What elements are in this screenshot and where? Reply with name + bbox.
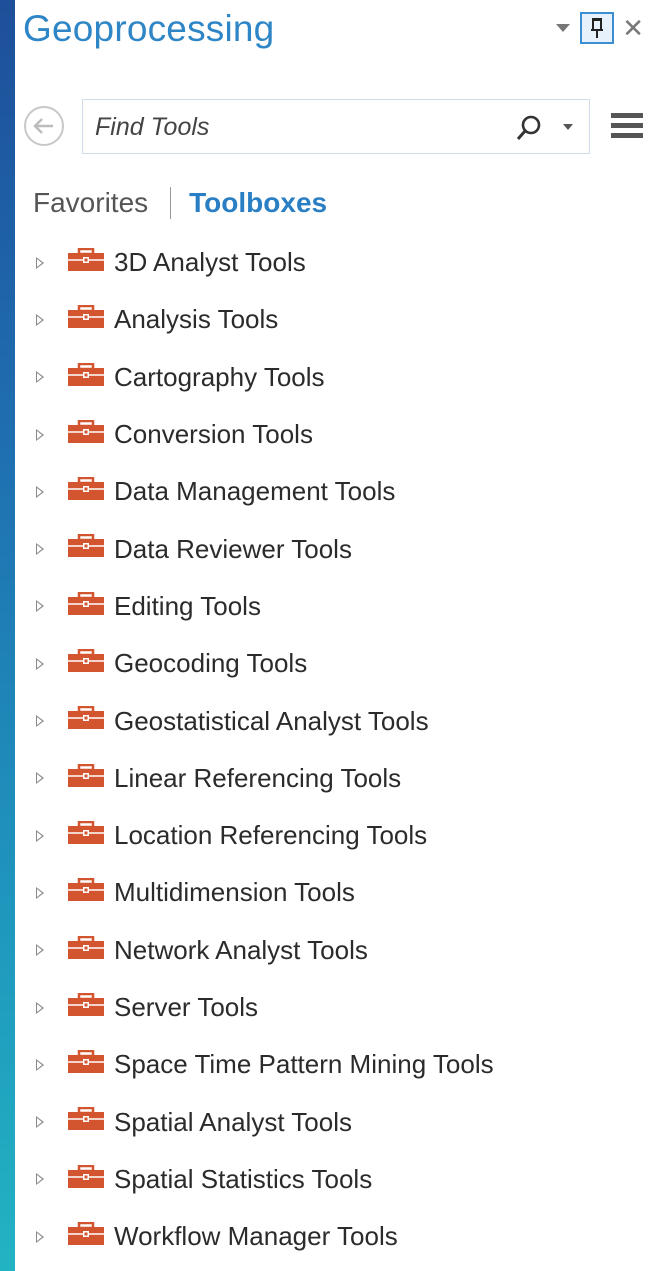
toolbox-item[interactable]: Linear Referencing Tools bbox=[15, 750, 656, 807]
expand-triangle-icon[interactable] bbox=[36, 1001, 44, 1014]
toolbox-item[interactable]: Cartography Tools bbox=[15, 349, 656, 406]
pane-options-dropdown-icon[interactable] bbox=[556, 24, 571, 32]
expand-triangle-icon[interactable] bbox=[36, 256, 44, 269]
toolbox-item[interactable]: Location Referencing Tools bbox=[15, 807, 656, 864]
toolbox-list: 3D Analyst Tools Analysis Tools Cartograph… bbox=[15, 234, 656, 1265]
tab-divider bbox=[170, 187, 172, 219]
toolbox-item[interactable]: Analysis Tools bbox=[15, 291, 656, 348]
toolbox-icon bbox=[67, 534, 105, 563]
expand-triangle-icon[interactable] bbox=[36, 428, 44, 441]
toolbox-icon bbox=[67, 648, 105, 678]
window-controls: ✕ bbox=[556, 12, 644, 44]
toolbox-label: Cartography Tools bbox=[114, 361, 325, 392]
expand-triangle-icon[interactable] bbox=[36, 1116, 44, 1129]
toolbox-item[interactable]: Data Management Tools bbox=[15, 463, 656, 520]
search-options-dropdown-icon[interactable] bbox=[563, 124, 573, 130]
toolbox-icon bbox=[67, 419, 105, 449]
toolbox-item[interactable]: Spatial Statistics Tools bbox=[15, 1151, 656, 1208]
expand-triangle-icon[interactable] bbox=[36, 543, 44, 556]
toolbox-item[interactable]: Editing Tools bbox=[15, 578, 656, 635]
toolbox-label: Data Management Tools bbox=[114, 476, 396, 507]
toolbox-item[interactable]: Geostatistical Analyst Tools bbox=[15, 692, 656, 749]
toolbox-label: Multidimension Tools bbox=[114, 877, 355, 908]
toolbox-label: Geostatistical Analyst Tools bbox=[114, 705, 429, 736]
expand-triangle-icon[interactable] bbox=[36, 485, 44, 498]
catalog-tabs: Favorites Toolboxes bbox=[33, 186, 327, 220]
expand-triangle-icon[interactable] bbox=[36, 657, 44, 670]
toolbox-label: Spatial Analyst Tools bbox=[114, 1106, 352, 1137]
toolbox-icon bbox=[67, 591, 105, 621]
tab-favorites[interactable]: Favorites bbox=[33, 187, 148, 219]
expand-triangle-icon[interactable] bbox=[36, 829, 44, 842]
toolbox-label: Location Referencing Tools bbox=[114, 820, 428, 851]
toolbox-icon bbox=[67, 1221, 105, 1251]
toolbox-icon bbox=[67, 878, 105, 907]
back-arrow-icon[interactable] bbox=[24, 106, 64, 146]
toolbox-label: Conversion Tools bbox=[114, 419, 313, 450]
geoprocessing-pane: Geoprocessing ✕ Favor bbox=[15, 0, 656, 1271]
toolbox-item[interactable]: Geocoding Tools bbox=[15, 635, 656, 692]
toolbox-icon bbox=[67, 1049, 105, 1079]
toolbox-item[interactable]: Server Tools bbox=[15, 979, 656, 1036]
toolbox-icon bbox=[67, 247, 105, 277]
expand-triangle-icon[interactable] bbox=[36, 1058, 44, 1071]
toolbox-label: Spatial Statistics Tools bbox=[114, 1163, 373, 1194]
expand-triangle-icon[interactable] bbox=[36, 944, 44, 957]
expand-triangle-icon[interactable] bbox=[36, 715, 44, 728]
toolbox-label: Network Analyst Tools bbox=[114, 934, 368, 965]
toolbox-icon bbox=[67, 820, 105, 850]
toolbox-label: Linear Referencing Tools bbox=[114, 762, 402, 793]
hamburger-menu-icon[interactable] bbox=[611, 113, 643, 143]
pane-title: Geoprocessing bbox=[23, 8, 275, 49]
toolbox-icon bbox=[67, 362, 105, 392]
toolbox-item[interactable]: Space Time Pattern Mining Tools bbox=[15, 1036, 656, 1093]
toolbox-item[interactable]: Multidimension Tools bbox=[15, 864, 656, 921]
toolbox-item[interactable]: Conversion Tools bbox=[15, 406, 656, 463]
close-icon[interactable]: ✕ bbox=[622, 15, 644, 41]
toolbox-label: Workflow Manager Tools bbox=[114, 1221, 398, 1252]
toolbox-label: Data Reviewer Tools bbox=[114, 533, 352, 564]
search-icon[interactable] bbox=[515, 114, 543, 147]
toolbox-label: 3D Analyst Tools bbox=[114, 247, 306, 278]
expand-triangle-icon[interactable] bbox=[36, 886, 44, 899]
toolbox-label: Space Time Pattern Mining Tools bbox=[114, 1049, 494, 1080]
expand-triangle-icon[interactable] bbox=[36, 313, 44, 326]
toolbox-icon bbox=[67, 992, 105, 1022]
expand-triangle-icon[interactable] bbox=[36, 1230, 44, 1243]
expand-triangle-icon[interactable] bbox=[36, 1173, 44, 1186]
pin-icon[interactable] bbox=[580, 12, 615, 44]
toolbox-label: Server Tools bbox=[114, 992, 259, 1022]
toolbox-icon bbox=[67, 935, 105, 965]
toolbox-label: Analysis Tools bbox=[114, 304, 279, 335]
expand-triangle-icon[interactable] bbox=[36, 371, 44, 384]
toolbox-item[interactable]: Data Reviewer Tools bbox=[15, 520, 656, 577]
toolbox-icon bbox=[67, 1107, 105, 1136]
tab-toolboxes[interactable]: Toolboxes bbox=[189, 187, 327, 219]
toolbox-icon bbox=[67, 1164, 105, 1194]
toolbox-icon bbox=[67, 476, 105, 506]
toolbox-item[interactable]: Workflow Manager Tools bbox=[15, 1208, 656, 1265]
expand-triangle-icon[interactable] bbox=[36, 772, 44, 785]
toolbox-icon bbox=[67, 706, 105, 735]
toolbox-label: Geocoding Tools bbox=[114, 648, 308, 679]
expand-triangle-icon[interactable] bbox=[36, 600, 44, 613]
toolbox-label: Editing Tools bbox=[114, 590, 261, 621]
toolbox-icon bbox=[67, 763, 105, 793]
toolbox-item[interactable]: 3D Analyst Tools bbox=[15, 234, 656, 291]
search-input[interactable] bbox=[95, 108, 495, 146]
toolbox-item[interactable]: Spatial Analyst Tools bbox=[15, 1093, 656, 1150]
toolbox-icon bbox=[67, 305, 105, 334]
find-tools-search[interactable] bbox=[82, 99, 590, 154]
toolbox-item[interactable]: Network Analyst Tools bbox=[15, 922, 656, 979]
